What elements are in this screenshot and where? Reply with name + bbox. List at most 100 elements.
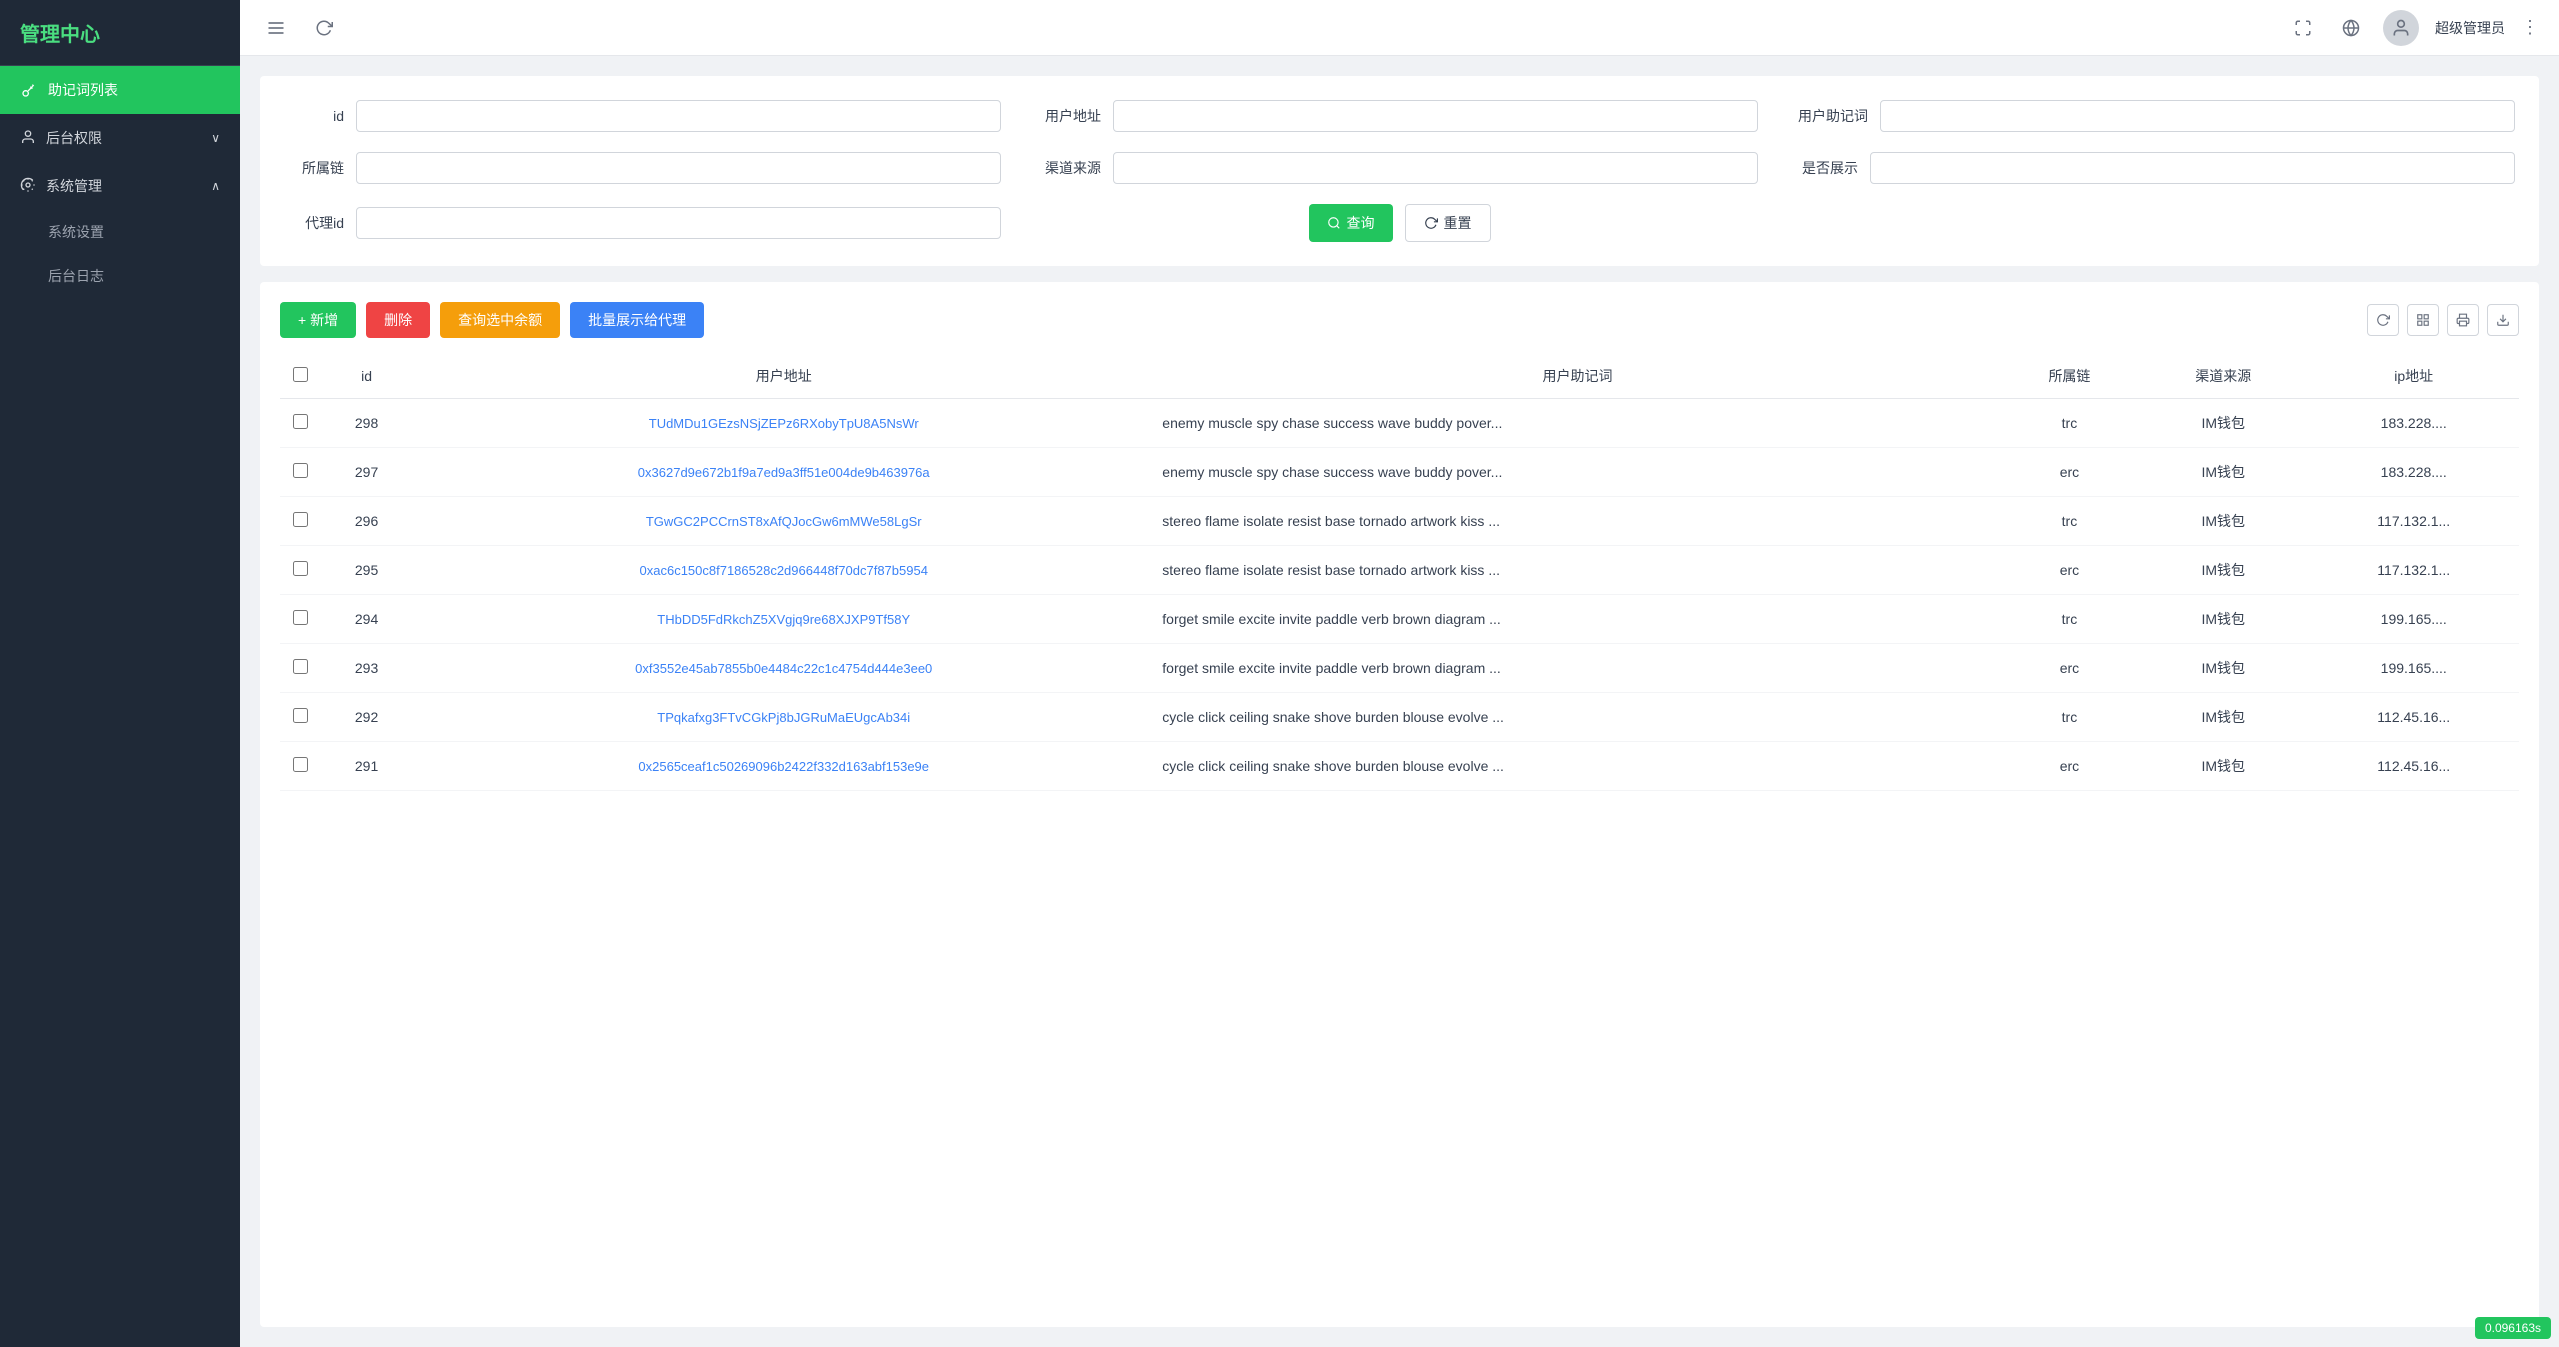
row-checkbox-7[interactable] (293, 757, 308, 772)
row-checkbox-2[interactable] (293, 512, 308, 527)
row-address[interactable]: 0x2565ceaf1c50269096b2422f332d163abf153e… (413, 742, 1154, 791)
row-checkbox-cell (280, 497, 320, 546)
more-options-icon[interactable]: ⋮ (2521, 17, 2539, 38)
filter-row-user-address: 用户地址 (1041, 100, 1758, 132)
add-button[interactable]: + 新增 (280, 302, 356, 338)
filter-input-user-address[interactable] (1113, 100, 1758, 132)
sidebar-item-mnemonic-label: 助记词列表 (48, 80, 118, 100)
filter-row-channel-source: 渠道来源 (1041, 152, 1758, 184)
filter-input-chain[interactable] (356, 152, 1001, 184)
sidebar-item-system-management[interactable]: 系统管理 ∧ (0, 162, 240, 210)
row-address[interactable]: THbDD5FdRkchZ5XVgjq9re68XJXP9Tf58Y (413, 595, 1154, 644)
row-channel: IM钱包 (2138, 595, 2308, 644)
row-address[interactable]: 0xf3552e45ab7855b0e4484c22c1c4754d444e3e… (413, 644, 1154, 693)
column-settings-icon[interactable] (2407, 304, 2439, 336)
delete-button[interactable]: 删除 (366, 302, 430, 338)
row-id: 298 (320, 399, 413, 448)
sidebar: 管理中心 助记词列表 后台权限 ∨ 系统管理 ∧ 系统设置 (0, 0, 240, 1347)
refresh-icon[interactable] (308, 12, 340, 44)
row-channel: IM钱包 (2138, 448, 2308, 497)
row-id: 294 (320, 595, 413, 644)
row-ip: 183.228.... (2308, 448, 2519, 497)
col-header-id: id (320, 354, 413, 399)
row-checkbox-cell (280, 644, 320, 693)
table-row: 292 TPqkafxg3FTvCGkPj8bJGRuMaEUgcAb34i c… (280, 693, 2519, 742)
sidebar-item-system-settings[interactable]: 系统设置 (0, 210, 240, 254)
key-icon (20, 81, 38, 99)
data-table: id 用户地址 用户助记词 所属链 渠道来源 ip地址 298 TUdMDu1G… (280, 354, 2519, 791)
row-ip: 117.132.1... (2308, 497, 2519, 546)
refresh-table-icon[interactable] (2367, 304, 2399, 336)
filter-input-channel-source[interactable] (1113, 152, 1758, 184)
row-address[interactable]: TGwGC2PCCrnST8xAfQJocGw6mMWe58LgSr (413, 497, 1154, 546)
menu-toggle-icon[interactable] (260, 12, 292, 44)
query-balance-button[interactable]: 查询选中余额 (440, 302, 560, 338)
reset-button[interactable]: 重置 (1405, 204, 1491, 242)
table-row: 298 TUdMDu1GEzsNSjZEPz6RXobyTpU8A5NsWr e… (280, 399, 2519, 448)
filter-grid: id 用户地址 用户助记词 所属链 渠道来源 (284, 100, 2515, 242)
row-checkbox-6[interactable] (293, 708, 308, 723)
sidebar-system-settings-label: 系统设置 (48, 222, 104, 242)
filter-input-show-status[interactable] (1870, 152, 2515, 184)
table-row: 296 TGwGC2PCCrnST8xAfQJocGw6mMWe58LgSr s… (280, 497, 2519, 546)
row-mnemonic: forget smile excite invite paddle verb b… (1154, 644, 2001, 693)
row-chain: erc (2001, 546, 2138, 595)
sidebar-item-mnemonic-list[interactable]: 助记词列表 (0, 66, 240, 114)
filter-input-user-mnemonic[interactable] (1880, 100, 2515, 132)
globe-icon[interactable] (2335, 12, 2367, 44)
print-icon[interactable] (2447, 304, 2479, 336)
status-bar: 0.096163s (2475, 1317, 2551, 1339)
fullscreen-icon[interactable] (2287, 12, 2319, 44)
row-checkbox-3[interactable] (293, 561, 308, 576)
row-chain: trc (2001, 399, 2138, 448)
query-button[interactable]: 查询 (1309, 204, 1393, 242)
table-row: 297 0x3627d9e672b1f9a7ed9a3ff51e004de9b4… (280, 448, 2519, 497)
row-id: 297 (320, 448, 413, 497)
batch-show-button-label: 批量展示给代理 (588, 310, 686, 330)
filter-label-chain: 所属链 (284, 158, 344, 178)
filter-label-channel-source: 渠道来源 (1041, 158, 1101, 178)
row-checkbox-0[interactable] (293, 414, 308, 429)
sidebar-item-backend-log[interactable]: 后台日志 (0, 254, 240, 298)
row-id: 295 (320, 546, 413, 595)
row-mnemonic: forget smile excite invite paddle verb b… (1154, 595, 2001, 644)
chevron-down-icon: ∨ (211, 131, 220, 145)
filter-label-agent-id: 代理id (284, 213, 344, 233)
batch-show-button[interactable]: 批量展示给代理 (570, 302, 704, 338)
row-checkbox-1[interactable] (293, 463, 308, 478)
row-mnemonic: stereo flame isolate resist base tornado… (1154, 497, 2001, 546)
avatar[interactable] (2383, 10, 2419, 46)
row-checkbox-cell (280, 546, 320, 595)
row-mnemonic: cycle click ceiling snake shove burden b… (1154, 693, 2001, 742)
col-header-address: 用户地址 (413, 354, 1154, 399)
row-checkbox-cell (280, 399, 320, 448)
row-address[interactable]: TUdMDu1GEzsNSjZEPz6RXobyTpU8A5NsWr (413, 399, 1154, 448)
row-ip: 199.165.... (2308, 644, 2519, 693)
row-address[interactable]: 0x3627d9e672b1f9a7ed9a3ff51e004de9b46397… (413, 448, 1154, 497)
filter-label-id: id (284, 108, 344, 124)
select-all-checkbox[interactable] (293, 367, 308, 382)
filter-row-show-status: 是否展示 (1798, 152, 2515, 184)
row-checkbox-cell (280, 448, 320, 497)
row-checkbox-5[interactable] (293, 659, 308, 674)
table-toolbar-right (2367, 304, 2519, 336)
sidebar-item-backend-permission[interactable]: 后台权限 ∨ (0, 114, 240, 162)
row-ip: 199.165.... (2308, 595, 2519, 644)
row-address[interactable]: 0xac6c150c8f7186528c2d966448f70dc7f87b59… (413, 546, 1154, 595)
filter-panel: id 用户地址 用户助记词 所属链 渠道来源 (260, 76, 2539, 266)
row-id: 291 (320, 742, 413, 791)
row-id: 293 (320, 644, 413, 693)
add-button-label: + 新增 (298, 310, 338, 330)
table-row: 291 0x2565ceaf1c50269096b2422f332d163abf… (280, 742, 2519, 791)
download-icon[interactable] (2487, 304, 2519, 336)
row-chain: erc (2001, 448, 2138, 497)
filter-input-agent-id[interactable] (356, 207, 1001, 239)
row-address[interactable]: TPqkafxg3FTvCGkPj8bJGRuMaEUgcAb34i (413, 693, 1154, 742)
filter-input-id[interactable] (356, 100, 1001, 132)
row-checkbox-4[interactable] (293, 610, 308, 625)
filter-label-user-mnemonic: 用户助记词 (1798, 106, 1868, 126)
row-channel: IM钱包 (2138, 497, 2308, 546)
sidebar-logo: 管理中心 (0, 0, 240, 66)
header-username: 超级管理员 (2435, 18, 2505, 38)
row-mnemonic: cycle click ceiling snake shove burden b… (1154, 742, 2001, 791)
